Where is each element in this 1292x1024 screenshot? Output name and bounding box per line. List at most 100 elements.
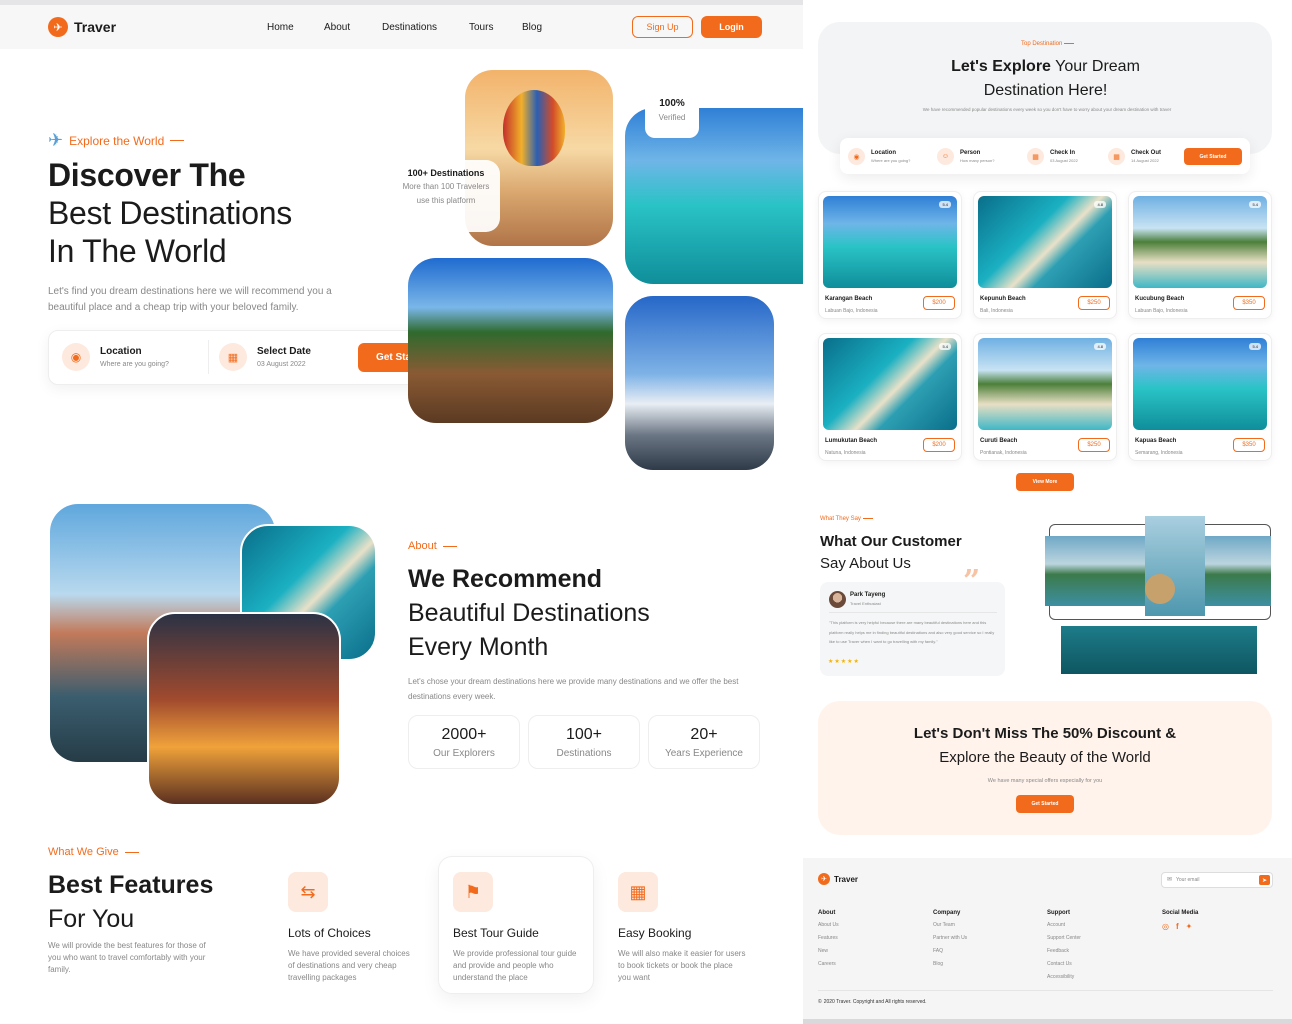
avatar [829, 591, 846, 608]
stat-explorers: 2000+ Our Explorers [408, 715, 520, 769]
about-title-line1: We Recommend [408, 565, 603, 593]
rating-stars: ★★★★★ [828, 659, 860, 665]
testimonial-title: What Our Customer Say About Us [820, 531, 962, 575]
destination-location: Bali, Indonesia [980, 308, 1013, 314]
destination-location: Natuna, Indonesia [825, 450, 866, 456]
footer-link[interactable]: Feedback [1047, 948, 1081, 954]
footer-link[interactable]: New [818, 948, 839, 954]
footer-link[interactable]: FAQ [933, 948, 967, 954]
destination-card[interactable]: 5.4 Kucubung Beach Labuan Bajo, Indonesi… [1128, 191, 1272, 319]
feature-desc: We have provided several choices of dest… [288, 949, 410, 982]
rating-badge: 4.8 [1094, 201, 1106, 208]
destination-price[interactable]: $350 [1233, 296, 1265, 310]
footer-logo[interactable]: ✈ Traver [818, 873, 858, 885]
destination-location: Labuan Bajo, Indonesia [825, 308, 878, 314]
top-search-person[interactable]: ☺ Person How many person? [937, 148, 994, 165]
destination-price[interactable]: $200 [923, 296, 955, 310]
testimonial-kicker: What They Say [820, 516, 873, 522]
login-button[interactable]: Login [701, 16, 762, 38]
signpost-icon: ⇆ [288, 872, 328, 912]
kicker-line [124, 851, 139, 853]
destination-name: Karangan Beach [825, 296, 873, 302]
destination-image [978, 196, 1112, 288]
footer-link[interactable]: About Us [818, 922, 839, 928]
date-field[interactable]: ▦ Select Date 03 August 2022 [219, 343, 311, 371]
destination-location: Labuan Bajo, Indonesia [1135, 308, 1188, 314]
top-get-started-button[interactable]: Get Started [1184, 148, 1242, 165]
footer-col-social: Social Media ◎ f ✦ [1162, 910, 1198, 931]
verified-text: Verified [658, 113, 686, 122]
instagram-icon[interactable]: ◎ [1162, 922, 1169, 931]
footer-link[interactable]: Features [818, 935, 839, 941]
footer-link[interactable]: Contact Us [1047, 961, 1081, 967]
footer-link[interactable]: Account [1047, 922, 1081, 928]
nav-link-blog[interactable]: Blog [522, 22, 542, 33]
destination-card[interactable]: 5.4 Lumukutan Beach Natuna, Indonesia $2… [818, 333, 962, 461]
search-label: Location [871, 150, 896, 156]
nav-link-tours[interactable]: Tours [469, 22, 493, 33]
stat-destinations: 100+ Destinations [528, 715, 640, 769]
right-page: Top Destination Let's Explore Your Dream… [803, 0, 1292, 1024]
twitter-icon[interactable]: ✦ [1186, 922, 1193, 931]
discount-get-started-button[interactable]: Get Started [1016, 795, 1074, 813]
destination-price[interactable]: $250 [1078, 296, 1110, 310]
view-more-button[interactable]: View More [1016, 473, 1074, 491]
destination-price[interactable]: $350 [1233, 438, 1265, 452]
footer-link[interactable]: Our Team [933, 922, 967, 928]
search-hint: 14 August 2022 [1131, 158, 1159, 163]
features-kicker: What We Give [48, 846, 139, 858]
hero-description: Let's find you dream destinations here w… [48, 284, 332, 316]
top-search-location[interactable]: ◉ Location Where are you going? [848, 148, 910, 165]
footer-link[interactable]: Partner with Us [933, 935, 967, 941]
footer-link[interactable]: Careers [818, 961, 839, 967]
top-kicker: Top Destination [803, 41, 1292, 47]
destinations-badge: 100+ Destinations More than 100 Traveler… [392, 160, 500, 232]
nav-link-destinations[interactable]: Destinations [382, 22, 437, 33]
top-title-bold: Let's Explore [951, 58, 1051, 75]
destination-card[interactable]: 4.8 Curuti Beach Pontianak, Indonesia $2… [973, 333, 1117, 461]
footer-col-support: Support Account Support Center Feedback … [1047, 910, 1081, 987]
stat-value: 2000+ [441, 726, 487, 743]
destination-location: Semarang, Indonesia [1135, 450, 1183, 456]
footer-link[interactable]: Accessibility [1047, 974, 1081, 980]
destination-image [1133, 338, 1267, 430]
stat-label: Our Explorers [433, 748, 495, 759]
cappadocia-balloons-image [147, 612, 341, 806]
features-title-line1: Best Features [48, 871, 214, 899]
feature-title: Lots of Choices [288, 926, 371, 940]
email-placeholder: Your email [1176, 877, 1200, 883]
destination-image [1133, 196, 1267, 288]
destination-image [823, 338, 957, 430]
destination-card[interactable]: 5.4 Karangan Beach Labuan Bajo, Indonesi… [818, 191, 962, 319]
features-kicker-text: What We Give [48, 846, 119, 858]
nav-link-home[interactable]: Home [267, 22, 294, 33]
feature-lots-of-choices: ⇆ Lots of Choices We have provided sever… [288, 872, 416, 984]
kicker-line [170, 140, 185, 141]
destination-name: Curuti Beach [980, 438, 1018, 444]
destination-price[interactable]: $200 [923, 438, 955, 452]
stat-value: 20+ [690, 726, 718, 743]
footer-link[interactable]: Support Center [1047, 935, 1081, 941]
facebook-icon[interactable]: f [1176, 922, 1179, 931]
top-title: Let's Explore Your Dream Destination Her… [803, 55, 1288, 103]
destination-price[interactable]: $250 [1078, 438, 1110, 452]
footer-divider [818, 990, 1273, 991]
newsletter-email-input[interactable]: ✉ Your email ➤ [1161, 872, 1273, 888]
send-button[interactable]: ➤ [1259, 875, 1270, 885]
top-kicker-text: Top Destination [1020, 41, 1063, 47]
top-search-checkin[interactable]: ▦ Check In 03 August 2022 [1027, 148, 1078, 165]
person-icon: ☺ [937, 148, 954, 165]
rating-badge: 4.8 [1094, 343, 1106, 350]
location-field[interactable]: ◉ Location Where are you going? [62, 343, 169, 371]
logo[interactable]: ✈ Traver [48, 17, 116, 37]
destination-card[interactable]: 4.8 Kepunuh Beach Bali, Indonesia $250 [973, 191, 1117, 319]
destination-card[interactable]: 5.4 Kapuas Beach Semarang, Indonesia $35… [1128, 333, 1272, 461]
features-title-line2: For You [48, 905, 135, 933]
testimonial-kicker-text: What They Say [820, 516, 861, 522]
signup-button[interactable]: Sign Up [632, 16, 693, 38]
footer-col-heading: Support [1047, 910, 1070, 916]
footer-link[interactable]: Blog [933, 961, 967, 967]
top-search-checkout[interactable]: ▦ Check Out 14 August 2022 [1108, 148, 1161, 165]
copyright-text: 2020 Traver. Copyright and All rights re… [823, 999, 927, 1005]
nav-link-about[interactable]: About [324, 22, 350, 33]
